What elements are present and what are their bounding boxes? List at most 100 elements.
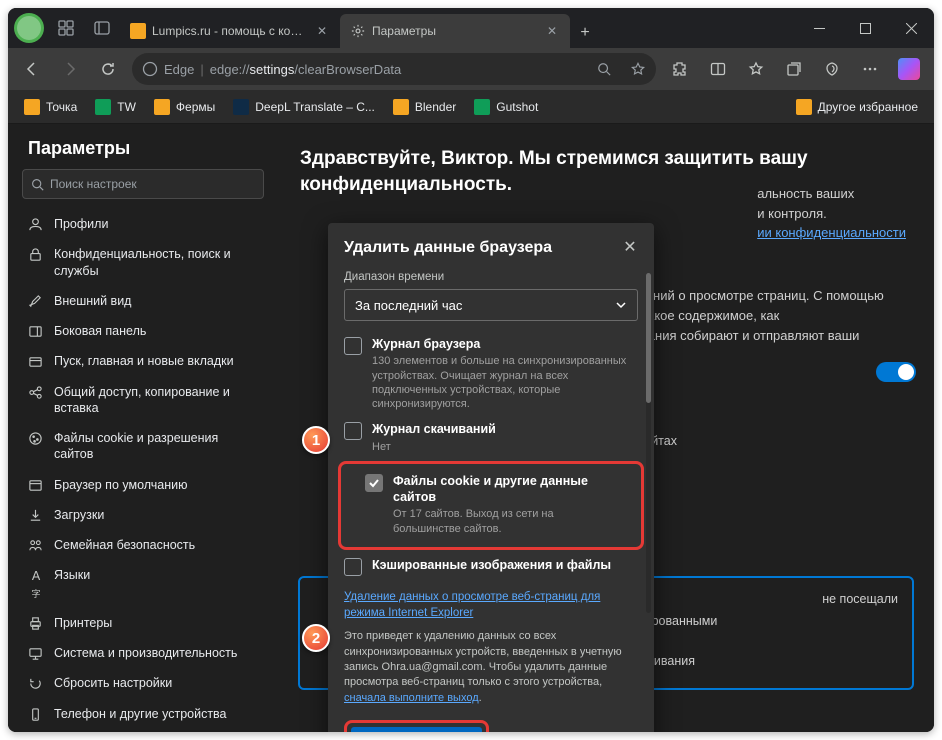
family-icon bbox=[28, 538, 44, 553]
tracking-toggle[interactable] bbox=[876, 362, 916, 382]
address-text: edge://settings/clearBrowserData bbox=[210, 62, 584, 77]
sidebar-item-label: Сбросить настройки bbox=[54, 675, 172, 691]
clear-option-2[interactable]: Файлы cookie и другие данные сайтовОт 17… bbox=[349, 468, 633, 541]
new-tab-button[interactable]: + bbox=[570, 18, 600, 48]
sidebar-item-label: Конфиденциальность, поиск и службы bbox=[54, 246, 258, 279]
phone-icon bbox=[28, 707, 44, 722]
sidebar-item-7[interactable]: Браузер по умолчанию bbox=[18, 470, 268, 500]
clear-now-button[interactable]: Удалить сейчас bbox=[351, 727, 482, 732]
sidebar-item-0[interactable]: Профили bbox=[18, 209, 268, 239]
copilot-button[interactable] bbox=[890, 53, 928, 85]
sidebar-item-label: Языки bbox=[54, 567, 90, 583]
privacy-link[interactable]: ии конфиденциальности bbox=[757, 225, 906, 240]
sidebar-item-6[interactable]: Файлы cookie и разрешения сайтов bbox=[18, 423, 268, 470]
clear-option-1[interactable]: Журнал скачиванийНет bbox=[328, 416, 654, 459]
time-range-select[interactable]: За последний час bbox=[344, 289, 638, 321]
annotation-badge-2: 2 bbox=[302, 624, 330, 652]
sidebar-item-11[interactable]: Принтеры bbox=[18, 608, 268, 638]
dialog-close-button[interactable]: ✕ bbox=[616, 233, 644, 261]
sheet-icon bbox=[474, 99, 490, 115]
settings-sidebar: Параметры Поиск настроек ПрофилиКонфиден… bbox=[8, 124, 278, 732]
sidebar-item-13[interactable]: Сбросить настройки bbox=[18, 668, 268, 698]
checkbox[interactable] bbox=[365, 474, 383, 492]
avatar bbox=[17, 16, 41, 40]
sidebar-item-label: Пуск, главная и новые вкладки bbox=[54, 353, 234, 369]
close-window-button[interactable] bbox=[888, 8, 934, 48]
sidebar-item-8[interactable]: Загрузки bbox=[18, 500, 268, 530]
refresh-button[interactable] bbox=[90, 53, 126, 85]
bookmark-tochka[interactable]: Точка bbox=[16, 94, 85, 120]
bookmark-gutshot[interactable]: Gutshot bbox=[466, 94, 546, 120]
clear-option-0[interactable]: Журнал браузера 130 элементов и больше на… bbox=[328, 331, 654, 416]
tab-lumpics[interactable]: Lumpics.ru - помощь с компьют ✕ bbox=[120, 14, 340, 48]
cancel-button[interactable]: Отмена bbox=[499, 727, 574, 732]
sidebar-item-4[interactable]: Пуск, главная и новые вкладки bbox=[18, 346, 268, 376]
checkbox[interactable] bbox=[344, 422, 362, 440]
tab-icon bbox=[28, 354, 44, 369]
download-icon bbox=[28, 508, 44, 523]
ie-clear-link[interactable]: Удаление данных о просмотре веб-страниц … bbox=[328, 581, 654, 625]
favorites-button[interactable] bbox=[738, 53, 774, 85]
sidebar-item-label: Семейная безопасность bbox=[54, 537, 195, 553]
clear-option-3[interactable]: Кэшированные изображения и файлы bbox=[328, 552, 654, 581]
favorite-button[interactable] bbox=[624, 55, 652, 83]
browser-window: Lumpics.ru - помощь с компьют ✕ Параметр… bbox=[8, 8, 934, 732]
search-in-page-button[interactable] bbox=[590, 55, 618, 83]
option-title: Файлы cookie и другие данные сайтов bbox=[393, 473, 617, 506]
tab-settings[interactable]: Параметры ✕ bbox=[340, 14, 570, 48]
app-icon bbox=[233, 99, 249, 115]
forward-button[interactable] bbox=[52, 53, 88, 85]
option-title: Кэшированные изображения и файлы bbox=[372, 557, 638, 573]
search-input[interactable]: Поиск настроек bbox=[22, 169, 264, 199]
sidebar-item-label: Загрузки bbox=[54, 507, 104, 523]
bookmark-fermy[interactable]: Фермы bbox=[146, 94, 223, 120]
address-protocol: Edge bbox=[164, 62, 194, 77]
extensions-button[interactable] bbox=[662, 53, 698, 85]
profile-button[interactable] bbox=[14, 13, 44, 43]
signout-link[interactable]: сначала выполните выход bbox=[344, 692, 479, 704]
dialog-scrollbar-thumb[interactable] bbox=[646, 273, 651, 403]
folder-icon bbox=[24, 99, 40, 115]
sidebar-item-label: Принтеры bbox=[54, 615, 112, 631]
collections-button[interactable] bbox=[776, 53, 812, 85]
sidebar-item-5[interactable]: Общий доступ, копирование и вставка bbox=[18, 377, 268, 424]
sidebar-item-9[interactable]: Семейная безопасность bbox=[18, 530, 268, 560]
menu-button[interactable] bbox=[852, 53, 888, 85]
minimize-button[interactable] bbox=[796, 8, 842, 48]
close-icon[interactable]: ✕ bbox=[544, 23, 560, 39]
sidebar-item-label: Общий доступ, копирование и вставка bbox=[54, 384, 258, 417]
bookmark-blender[interactable]: Blender bbox=[385, 94, 464, 120]
reset-icon bbox=[28, 676, 44, 691]
sidebar-item-3[interactable]: Боковая панель bbox=[18, 316, 268, 346]
bookmarks-bar: Точка TW Фермы DeepL Translate – С... Bl… bbox=[8, 90, 934, 124]
highlight-box-2: Удалить сейчас bbox=[344, 720, 489, 732]
folder-icon bbox=[796, 99, 812, 115]
address-bar[interactable]: Edge | edge://settings/clearBrowserData bbox=[132, 53, 656, 85]
bookmark-deepl[interactable]: DeepL Translate – С... bbox=[225, 94, 383, 120]
sidebar-item-15[interactable]: Специальные возможности bbox=[18, 729, 268, 732]
checkbox[interactable] bbox=[344, 558, 362, 576]
option-desc: 130 элементов и больше на синхронизирова… bbox=[372, 354, 638, 411]
system-icon bbox=[28, 646, 44, 661]
sidebar-item-14[interactable]: Телефон и другие устройства bbox=[18, 699, 268, 729]
close-icon[interactable]: ✕ bbox=[314, 23, 330, 39]
bookmark-tw[interactable]: TW bbox=[87, 94, 144, 120]
highlight-box-1: Файлы cookie и другие данные сайтовОт 17… bbox=[338, 461, 644, 550]
back-button[interactable] bbox=[14, 53, 50, 85]
sidebar-item-10[interactable]: A字Языки bbox=[18, 560, 268, 608]
browser-essentials-button[interactable] bbox=[814, 53, 850, 85]
sidebar-item-2[interactable]: Внешний вид bbox=[18, 286, 268, 316]
split-screen-button[interactable] bbox=[700, 53, 736, 85]
workspaces-button[interactable] bbox=[48, 12, 84, 44]
toolbar: Edge | edge://settings/clearBrowserData bbox=[8, 48, 934, 90]
tab-favicon bbox=[130, 23, 146, 39]
vertical-tabs-button[interactable] bbox=[84, 12, 120, 44]
option-title: Журнал браузера bbox=[372, 336, 638, 352]
sidebar-item-1[interactable]: Конфиденциальность, поиск и службы bbox=[18, 239, 268, 286]
annotation-badge-1: 1 bbox=[302, 426, 330, 454]
sidebar-item-12[interactable]: Система и производительность bbox=[18, 638, 268, 668]
sidebar-item-label: Браузер по умолчанию bbox=[54, 477, 188, 493]
maximize-button[interactable] bbox=[842, 8, 888, 48]
bookmark-other[interactable]: Другое избранное bbox=[788, 94, 926, 120]
checkbox[interactable] bbox=[344, 337, 362, 355]
